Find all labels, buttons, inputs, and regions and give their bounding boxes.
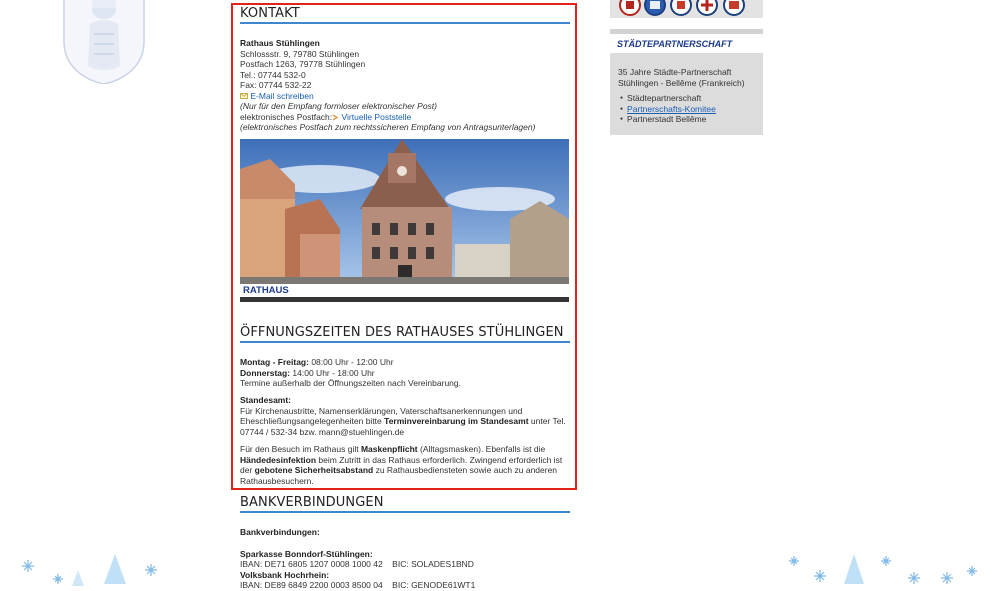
partnership-list: Städtepartnerschaft Partnerschafts-Komit… bbox=[620, 93, 716, 125]
volksbank-iban: IBAN: DE89 6849 2200 0003 8500 04 BIC: G… bbox=[240, 580, 476, 590]
standesamt-block: Standesamt: Für Kirchenaustritte, Namens… bbox=[240, 395, 570, 437]
epost-label: elektronisches Postfach: bbox=[240, 111, 333, 122]
kontakt-address-block: Rathaus Stühlingen Schlossstr. 9, 79780 … bbox=[240, 38, 570, 133]
opening-hours: Montag - Freitag: 08:00 Uhr - 12:00 Uhr … bbox=[240, 357, 570, 389]
standesamt-label: Standesamt: bbox=[240, 395, 292, 405]
sidebar-item-staedtepartnerschaft[interactable]: Städtepartnerschaft bbox=[620, 93, 716, 104]
partner-crest-icon[interactable] bbox=[695, 0, 719, 16]
photo-caption: RATHAUS bbox=[243, 285, 289, 296]
corona-bold-3: gebotene Sicherheitsabstand bbox=[254, 465, 374, 475]
corona-text-2: (Alltagsmasken). Ebenfalls ist die bbox=[417, 444, 546, 454]
corona-bold-1: Maskenpflicht bbox=[360, 444, 418, 454]
arrow-icon bbox=[332, 113, 339, 121]
org-name: Rathaus Stühlingen bbox=[240, 38, 320, 48]
partner-crest-icon[interactable] bbox=[618, 0, 642, 16]
mofr-label: Montag - Freitag: bbox=[240, 357, 309, 367]
town-crest-icon bbox=[63, 0, 145, 84]
sidebar-item-komitee[interactable]: Partnerschafts-Komitee bbox=[620, 104, 716, 115]
partner-crest-icon[interactable] bbox=[669, 0, 693, 16]
tree-icon bbox=[104, 554, 126, 584]
partner-crests-box bbox=[610, 0, 763, 18]
epost-note: (elektronisches Postfach zum rechtssiche… bbox=[240, 122, 536, 132]
tree-icon bbox=[844, 554, 864, 584]
kontakt-section: KONTAKT bbox=[240, 6, 570, 24]
oeffnungszeiten-section: ÖFFNUNGSZEITEN DES RATHAUSES STÜHLINGEN bbox=[240, 325, 570, 343]
email-row: E-Mail schreiben bbox=[240, 91, 570, 102]
oeffnungszeiten-heading: ÖFFNUNGSZEITEN DES RATHAUSES STÜHLINGEN bbox=[240, 325, 570, 343]
partner-crest-icon[interactable] bbox=[722, 0, 746, 16]
sparkasse-iban: IBAN: DE71 6805 1207 0008 1000 42 BIC: S… bbox=[240, 559, 474, 569]
snowflake-icon bbox=[22, 554, 157, 586]
corona-text-1: Für den Besuch im Rathaus gilt bbox=[240, 444, 361, 454]
bank-label: Bankverbindungen: bbox=[240, 527, 320, 537]
do-value: 14:00 Uhr - 18:00 Uhr bbox=[290, 367, 375, 378]
bank-section: BANKVERBINDUNGEN bbox=[240, 495, 570, 513]
sparkasse-name: Sparkasse Bonndorf-Stühlingen: bbox=[240, 548, 373, 559]
kontakt-heading: KONTAKT bbox=[240, 6, 570, 24]
email-link[interactable]: E-Mail schreiben bbox=[250, 91, 313, 101]
address: Schlossstr. 9, 79780 Stühlingen bbox=[240, 48, 360, 59]
caption-divider bbox=[240, 297, 569, 302]
termine-note: Termine außerhalb der Öffnungszeiten nac… bbox=[240, 378, 461, 388]
fax: Fax: 07744 532-22 bbox=[240, 80, 312, 90]
bank-details: Bankverbindungen: Sparkasse Bonndorf-Stü… bbox=[240, 527, 570, 591]
phone: Tel.: 07744 532-0 bbox=[240, 69, 306, 80]
standesamt-bold: Terminvereinbarung im Standesamt bbox=[384, 416, 529, 426]
sidebar-item-link[interactable]: Partnerschafts-Komitee bbox=[627, 104, 716, 114]
volksbank-name: Volksbank Hochrhein: bbox=[240, 569, 330, 580]
partnership-text: 35 Jahre Städte-Partnerschaft Stühlingen… bbox=[618, 67, 745, 88]
email-note: (Nur für den Empfang formloser elektroni… bbox=[240, 101, 437, 111]
mail-icon bbox=[240, 92, 248, 99]
epost-row: elektronisches Postfach: Virtuelle Posts… bbox=[240, 112, 570, 123]
bank-heading: BANKVERBINDUNGEN bbox=[240, 495, 570, 513]
mofr-value: 08:00 Uhr - 12:00 Uhr bbox=[308, 357, 394, 367]
postfach: Postfach 1263, 79778 Stühlingen bbox=[240, 59, 366, 69]
partnership-title: STÄDTEPARTNERSCHAFT bbox=[617, 39, 733, 49]
corona-bold-2: Händedesinfektion bbox=[240, 454, 317, 465]
do-label: Donnerstag: bbox=[240, 367, 291, 378]
corona-note: Für den Besuch im Rathaus gilt Maskenpfl… bbox=[240, 444, 570, 486]
epost-link[interactable]: Virtuelle Poststelle bbox=[342, 112, 412, 122]
standesamt-text: Für Kirchenaustritte, Namenserklärungen,… bbox=[240, 406, 570, 438]
rathaus-photo[interactable] bbox=[240, 139, 569, 284]
snowflake-icon bbox=[789, 554, 977, 584]
partner-crest-icon[interactable] bbox=[643, 0, 667, 16]
sidebar-item-label: Partnerstadt Bellême bbox=[627, 114, 707, 124]
sidebar-item-label: Städtepartnerschaft bbox=[627, 93, 702, 103]
sidebar-item-belleme[interactable]: Partnerstadt Bellême bbox=[620, 114, 716, 125]
